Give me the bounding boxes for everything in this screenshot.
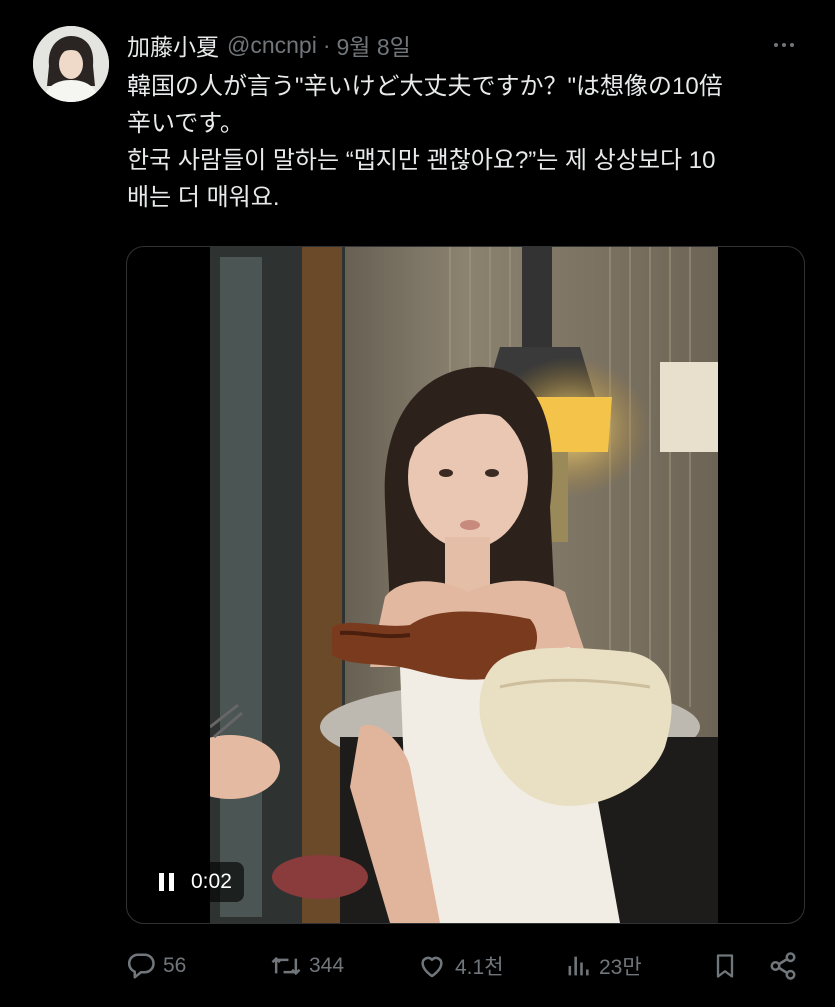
tweet-text-line: 한국 사람들이 말하는 “맵지만 괜찮아요?”는 제 상상보다 10 — [127, 147, 716, 174]
share-button[interactable] — [768, 946, 798, 986]
reply-icon — [127, 953, 155, 979]
author-display-name[interactable]: 加藤小夏 — [127, 28, 219, 62]
video-timestamp: 0:02 — [191, 870, 232, 893]
heart-icon — [421, 956, 443, 978]
meta-separator: · — [322, 31, 331, 58]
tweet-text-line: 배는 더 매워요. — [127, 184, 280, 211]
video-controls: 0:02 — [149, 862, 244, 902]
tweet-text-line: 韓国の人が言う"辛いけど大丈夫ですか？"は想像の10倍 — [127, 73, 723, 100]
avatar[interactable] — [33, 26, 109, 102]
avatar-image — [33, 26, 109, 102]
repost-button[interactable]: 344 — [270, 946, 344, 986]
like-button[interactable]: 4.1천 — [416, 946, 504, 986]
like-count: 4.1천 — [455, 956, 504, 979]
author-handle[interactable]: @cncnpi — [227, 32, 317, 59]
tweet-action-bar: 56 344 4.1천 23만 — [126, 946, 806, 986]
video-frame[interactable] — [210, 247, 718, 923]
tweet-header: 加藤小夏 @cncnpi · 9월 8일 — [127, 28, 805, 62]
reply-count: 56 — [163, 954, 187, 977]
share-icon — [770, 952, 796, 980]
views-button[interactable]: 23만 — [564, 946, 642, 986]
pause-icon[interactable] — [159, 873, 177, 891]
views-bar-chart-icon — [568, 956, 589, 976]
repost-count: 344 — [309, 954, 345, 977]
more-icon[interactable] — [769, 34, 799, 56]
view-count: 23만 — [599, 956, 642, 979]
video-player[interactable]: 0:02 — [126, 246, 805, 924]
reply-button[interactable]: 56 — [126, 946, 186, 986]
bookmark-button[interactable] — [711, 946, 739, 986]
bookmark-icon — [716, 954, 734, 978]
tweet-text: 韓国の人が言う"辛いけど大丈夫ですか？"は想像の10倍 辛いです。 한국 사람들… — [127, 68, 817, 216]
repost-icon — [271, 956, 301, 976]
tweet-text-line: 辛いです。 — [127, 110, 244, 137]
tweet-date[interactable]: 9월 8일 — [337, 28, 411, 62]
